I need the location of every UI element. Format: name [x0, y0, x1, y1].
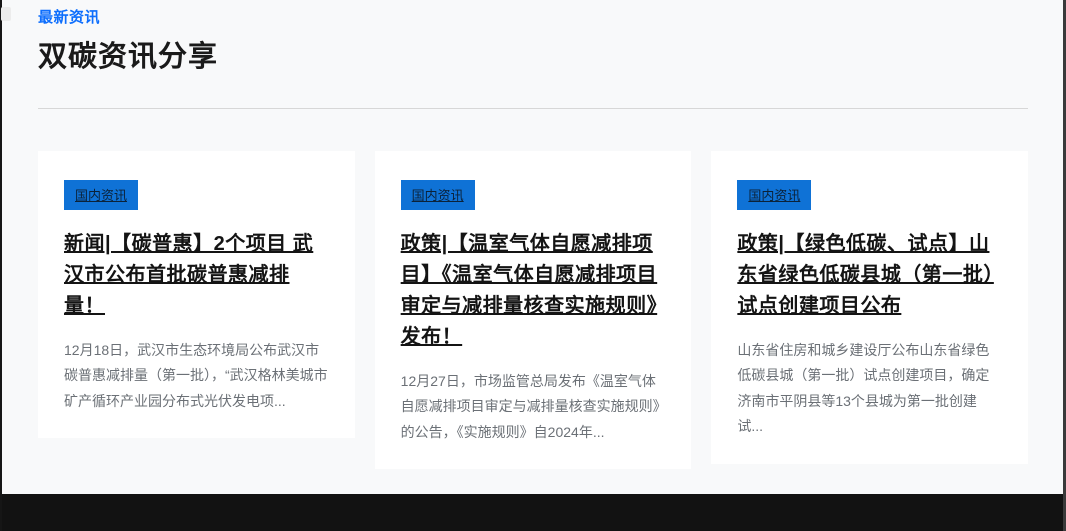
category-badge-link[interactable]: 国内资讯: [737, 180, 811, 210]
section-title: 双碳资讯分享: [38, 33, 1028, 75]
window-left-edge: [0, 0, 2, 531]
category-badge-link[interactable]: 国内资讯: [64, 180, 138, 210]
article-title: 政策|【温室气体自愿减排项目】《温室气体自愿减排项目审定与减排量核查实施规则》发…: [401, 229, 666, 353]
footer-bar: [0, 494, 1066, 531]
article-title: 新闻|【碳普惠】2个项目 武汉市公布首批碳普惠减排量！: [64, 229, 329, 322]
article-excerpt: 12月27日，市场监管总局发布《温室气体自愿减排项目审定与减排量核查实施规则》的…: [401, 369, 666, 445]
category-badge-link[interactable]: 国内资讯: [401, 180, 475, 210]
news-card-list: 国内资讯 新闻|【碳普惠】2个项目 武汉市公布首批碳普惠减排量！ 12月18日，…: [38, 151, 1028, 469]
article-title: 政策|【绿色低碳、试点】山东省绿色低碳县城（第一批）试点创建项目公布: [737, 229, 1002, 322]
article-excerpt: 12月18日，武汉市生态环境局公布武汉市碳普惠减排量（第一批），“武汉格林美城市…: [64, 338, 329, 414]
news-card: 国内资讯 政策|【温室气体自愿减排项目】《温室气体自愿减排项目审定与减排量核查实…: [375, 151, 692, 469]
article-title-link[interactable]: 新闻|【碳普惠】2个项目 武汉市公布首批碳普惠减排量！: [64, 233, 313, 317]
section-divider: [38, 108, 1028, 109]
article-title-link[interactable]: 政策|【绿色低碳、试点】山东省绿色低碳县城（第一批）试点创建项目公布: [737, 233, 994, 317]
article-excerpt: 山东省住房和城乡建设厅公布山东省绿色低碳县城（第一批）试点创建项目，确定济南市平…: [737, 338, 1002, 440]
article-title-link[interactable]: 政策|【温室气体自愿减排项目】《温室气体自愿减排项目审定与减排量核查实施规则》发…: [401, 233, 658, 348]
news-card: 国内资讯 政策|【绿色低碳、试点】山东省绿色低碳县城（第一批）试点创建项目公布 …: [711, 151, 1028, 464]
left-scrollbar-artifact: [1, 7, 11, 21]
section-eyebrow: 最新资讯: [38, 6, 1028, 27]
news-section: 最新资讯 双碳资讯分享 国内资讯 新闻|【碳普惠】2个项目 武汉市公布首批碳普惠…: [38, 0, 1028, 469]
news-card: 国内资讯 新闻|【碳普惠】2个项目 武汉市公布首批碳普惠减排量！ 12月18日，…: [38, 151, 355, 438]
